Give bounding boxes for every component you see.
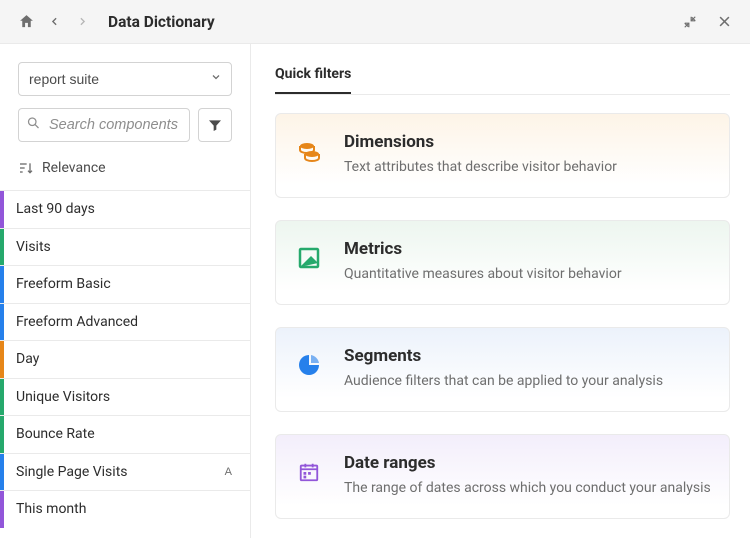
sort-label: Relevance: [42, 160, 106, 176]
nav-forward-icon: [70, 10, 94, 34]
report-suite-select[interactable]: report suite: [18, 62, 232, 96]
search-input-wrap: [18, 108, 190, 142]
card-desc: Text attributes that describe visitor be…: [344, 158, 617, 177]
list-item[interactable]: Day: [0, 340, 250, 378]
adobe-glyph-icon: A: [225, 466, 232, 478]
list-item[interactable]: Single Page VisitsA: [0, 453, 250, 491]
list-item[interactable]: Visits: [0, 228, 250, 266]
list-item[interactable]: Last 90 days: [0, 190, 250, 228]
filter-button[interactable]: [198, 108, 232, 142]
card-date-ranges[interactable]: Date ranges The range of dates across wh…: [275, 434, 730, 519]
metrics-icon: [292, 241, 326, 275]
search-input[interactable]: [18, 108, 190, 142]
sort-icon: [18, 161, 34, 175]
card-title: Segments: [344, 346, 663, 366]
card-title: Metrics: [344, 239, 622, 259]
segments-icon: [292, 348, 326, 382]
calendar-icon: [292, 455, 326, 489]
collapse-icon[interactable]: [678, 10, 702, 34]
main-panel: Quick filters Dimensions Text attributes…: [251, 44, 750, 538]
list-item[interactable]: Freeform Basic: [0, 265, 250, 303]
close-icon[interactable]: [712, 10, 736, 34]
filter-icon: [207, 117, 223, 133]
header-bar: Data Dictionary: [0, 0, 750, 44]
page-title: Data Dictionary: [108, 13, 215, 31]
tab-bar: Quick filters: [275, 62, 730, 95]
card-title: Dimensions: [344, 132, 617, 152]
list-item[interactable]: Bounce Rate: [0, 415, 250, 453]
report-suite-dropdown[interactable]: report suite: [18, 62, 232, 96]
card-title: Date ranges: [344, 453, 711, 473]
sort-control[interactable]: Relevance: [18, 154, 232, 178]
search-icon: [26, 116, 41, 135]
sidebar: report suite Relevance Last: [0, 44, 251, 538]
card-desc: Audience filters that can be applied to …: [344, 372, 663, 391]
component-list: Last 90 days Visits Freeform Basic Freef…: [0, 190, 250, 538]
tab-quick-filters[interactable]: Quick filters: [275, 62, 351, 94]
list-item[interactable]: Freeform Advanced: [0, 303, 250, 341]
card-segments[interactable]: Segments Audience filters that can be ap…: [275, 327, 730, 412]
card-dimensions[interactable]: Dimensions Text attributes that describe…: [275, 113, 730, 198]
home-icon[interactable]: [14, 10, 38, 34]
list-item[interactable]: Unique Visitors: [0, 378, 250, 416]
nav-back-icon[interactable]: [42, 10, 66, 34]
card-desc: Quantitative measures about visitor beha…: [344, 265, 622, 284]
dimensions-icon: [292, 134, 326, 168]
card-metrics[interactable]: Metrics Quantitative measures about visi…: [275, 220, 730, 305]
list-item[interactable]: This month: [0, 490, 250, 528]
card-desc: The range of dates across which you cond…: [344, 479, 711, 498]
